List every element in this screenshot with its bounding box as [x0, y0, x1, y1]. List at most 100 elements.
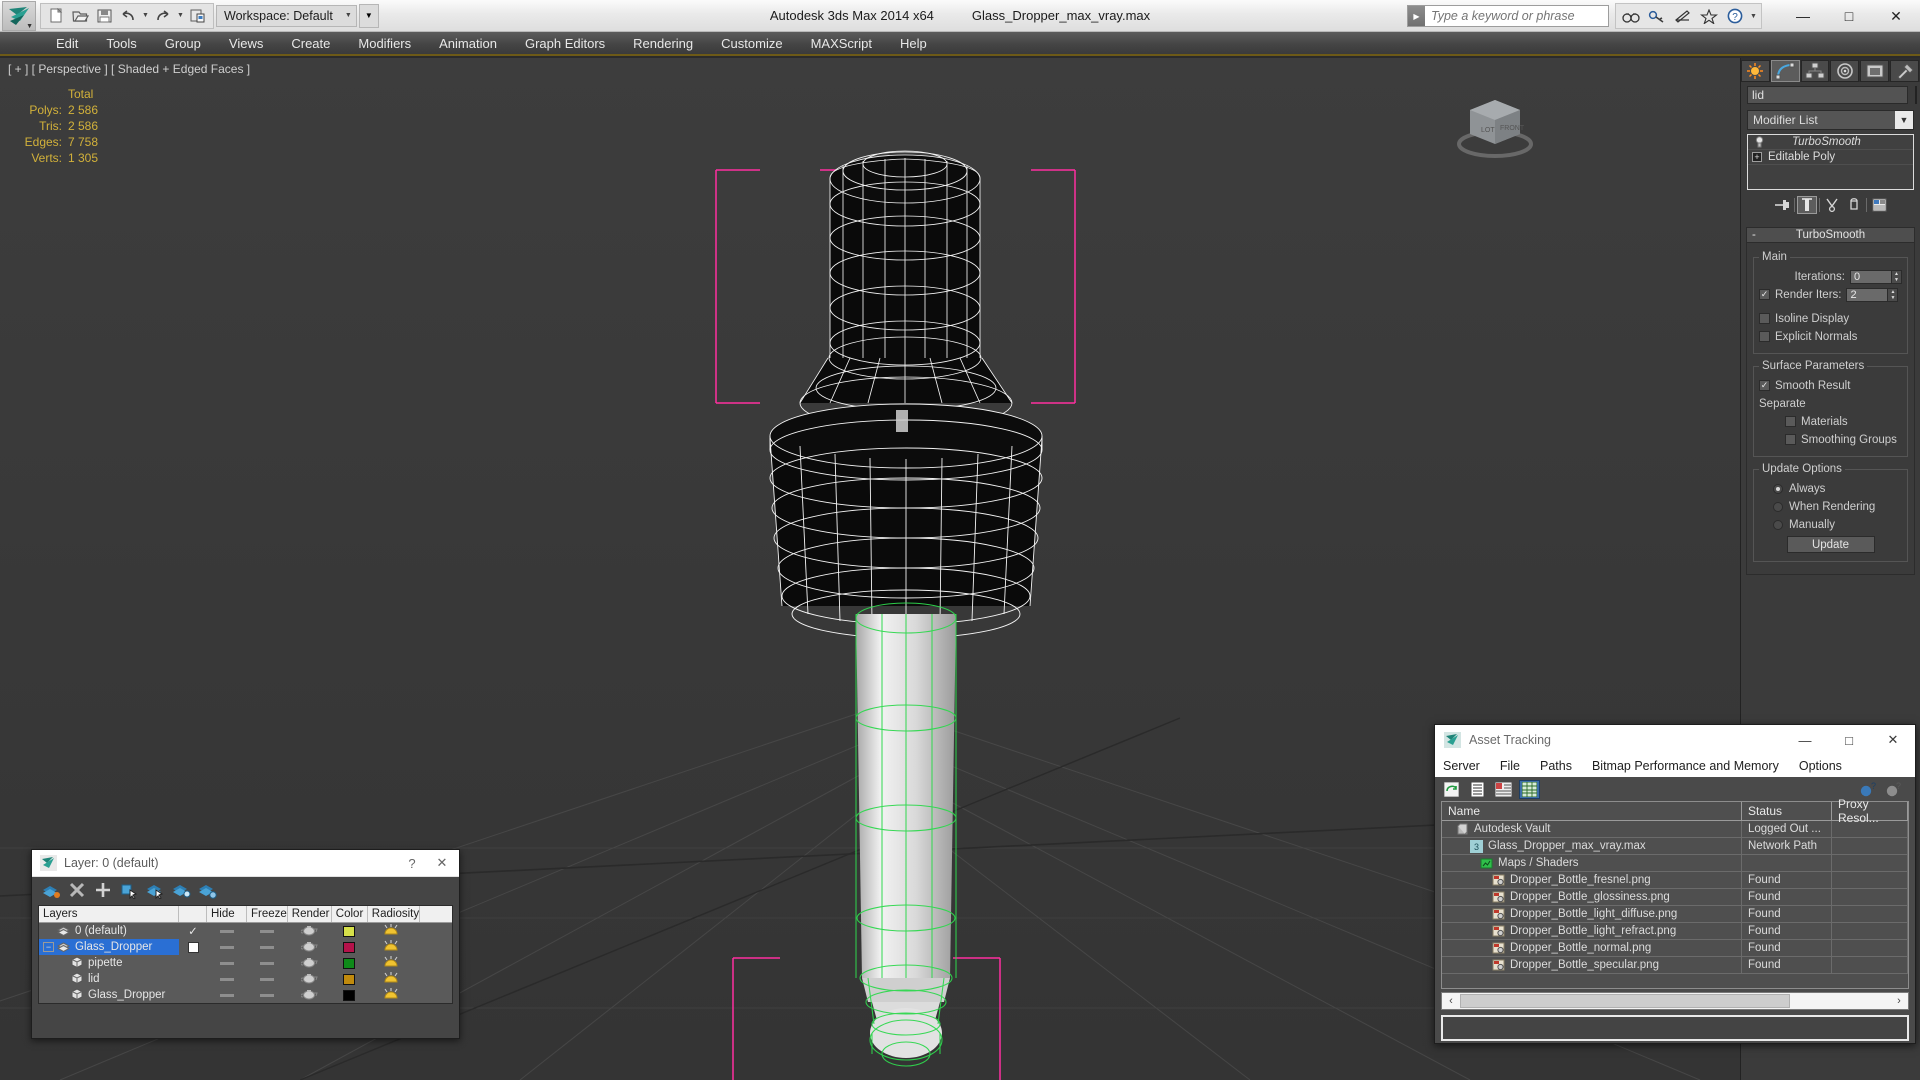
- layer-row[interactable]: lid: [39, 971, 452, 987]
- asset-minimize-button[interactable]: —: [1783, 726, 1827, 755]
- render-cell[interactable]: [287, 972, 331, 987]
- asset-row[interactable]: Autodesk Vault Logged Out ...: [1442, 821, 1908, 838]
- object-name-input[interactable]: [1747, 86, 1908, 104]
- redo-dropdown-icon[interactable]: ▼: [175, 5, 186, 27]
- asset-name-cell[interactable]: Dropper_Bottle_light_diffuse.png: [1442, 906, 1742, 922]
- freeze-toggle-icon[interactable]: [260, 945, 274, 949]
- layer-name-cell[interactable]: pipette: [39, 955, 179, 971]
- menu-item-maxscript[interactable]: MAXScript: [797, 31, 886, 55]
- asset-row[interactable]: Dropper_Bottle_fresnel.png Found: [1442, 872, 1908, 889]
- layer-row[interactable]: pipette: [39, 955, 452, 971]
- hide-cell[interactable]: [207, 993, 247, 997]
- expander-icon[interactable]: −: [43, 942, 54, 952]
- modifier-stack[interactable]: TurboSmooth + Editable Poly: [1747, 134, 1914, 190]
- highlight-selected-icon[interactable]: [170, 880, 192, 901]
- iterations-value[interactable]: 0: [1850, 269, 1892, 284]
- grid-view-icon[interactable]: [1519, 779, 1540, 799]
- freeze-cell[interactable]: [247, 945, 287, 949]
- layer-row[interactable]: − Glass_Dropper: [39, 939, 452, 955]
- workspace-menu-button[interactable]: ▼: [358, 3, 379, 28]
- scroll-left-icon[interactable]: ‹: [1442, 995, 1460, 1007]
- layer-name-cell[interactable]: − Glass_Dropper: [39, 939, 179, 955]
- save-file-icon[interactable]: [92, 5, 116, 27]
- asset-name-cell[interactable]: 3 Glass_Dropper_max_vray.max: [1442, 838, 1742, 854]
- menu-item-views[interactable]: Views: [215, 31, 277, 55]
- spinner-arrows-icon[interactable]: ▲ ▼: [1892, 269, 1902, 284]
- layer-list[interactable]: Layers Hide Freeze Render Color Radiosity 0 (…: [38, 905, 453, 1004]
- asset-menu-item-options[interactable]: Options: [1799, 759, 1842, 773]
- chevron-down-icon[interactable]: ▼: [1895, 111, 1913, 129]
- asset-menu-item-bitmap-performance-and-memory[interactable]: Bitmap Performance and Memory: [1592, 759, 1779, 773]
- satellite-icon[interactable]: [1670, 5, 1696, 27]
- hide-cell[interactable]: [207, 945, 247, 949]
- asset-name-cell[interactable]: Dropper_Bottle_normal.png: [1442, 940, 1742, 956]
- redo-icon[interactable]: [151, 5, 175, 27]
- radiosity-icon[interactable]: [381, 939, 401, 955]
- binoculars-icon[interactable]: [1618, 5, 1644, 27]
- radio-button[interactable]: [1773, 483, 1783, 494]
- new-layer-icon[interactable]: [40, 880, 62, 901]
- hide-toggle-icon[interactable]: [220, 993, 234, 997]
- color-cell[interactable]: [331, 973, 367, 985]
- freeze-toggle-icon[interactable]: [260, 929, 274, 933]
- object-color-swatch[interactable]: [1915, 86, 1917, 104]
- detail-view-icon[interactable]: [1493, 780, 1514, 799]
- collapse-icon[interactable]: -: [1752, 229, 1756, 241]
- render-cell[interactable]: [287, 956, 331, 971]
- radiosity-icon[interactable]: [381, 987, 401, 1003]
- menu-item-edit[interactable]: Edit: [42, 31, 92, 55]
- radiosity-cell[interactable]: [367, 955, 415, 971]
- search-dropdown-icon[interactable]: ▶: [1408, 6, 1425, 26]
- new-file-icon[interactable]: [44, 5, 68, 27]
- explicit-normals-row[interactable]: Explicit Normals: [1759, 329, 1902, 344]
- current-layer-cell[interactable]: ✓: [179, 924, 207, 938]
- turbosmooth-rollout-header[interactable]: - TurboSmooth: [1746, 227, 1915, 243]
- asset-menu-item-paths[interactable]: Paths: [1540, 759, 1572, 773]
- explicit-normals-checkbox[interactable]: [1759, 331, 1770, 342]
- current-layer-box[interactable]: [187, 941, 199, 953]
- smoothing-groups-checkbox[interactable]: [1785, 434, 1796, 445]
- asset-row[interactable]: Dropper_Bottle_light_diffuse.png Found: [1442, 906, 1908, 923]
- remove-modifier-icon[interactable]: [1844, 196, 1864, 214]
- teapot-icon[interactable]: [299, 924, 318, 939]
- iterations-spinner[interactable]: 0 ▲ ▼: [1850, 269, 1902, 284]
- help-icon[interactable]: ?: [1883, 780, 1904, 799]
- layer-dialog[interactable]: Layer: 0 (default) ? ✕ Layers Hide Freez…: [31, 849, 460, 1039]
- scrollbar-thumb[interactable]: [1460, 994, 1790, 1008]
- undo-icon[interactable]: [116, 5, 140, 27]
- layer-column-header[interactable]: Radiosity: [368, 906, 421, 922]
- refresh-icon[interactable]: [1441, 780, 1462, 799]
- color-swatch[interactable]: [343, 973, 355, 985]
- teapot-icon[interactable]: [299, 988, 318, 1003]
- color-swatch[interactable]: [343, 989, 355, 1001]
- minimize-button[interactable]: —: [1780, 1, 1826, 31]
- close-button[interactable]: ✕: [1872, 1, 1920, 31]
- help-dropdown-icon[interactable]: ▼: [1748, 5, 1759, 27]
- asset-menu-item-server[interactable]: Server: [1443, 759, 1480, 773]
- hierarchy-tab-icon[interactable]: [1800, 60, 1830, 82]
- make-unique-icon[interactable]: [1822, 196, 1842, 214]
- smooth-result-row[interactable]: ✓ Smooth Result: [1759, 378, 1902, 393]
- layer-name-cell[interactable]: Glass_Dropper: [39, 987, 179, 1003]
- hide-toggle-icon[interactable]: [220, 961, 234, 965]
- layer-column-header[interactable]: Layers: [39, 906, 179, 922]
- asset-row[interactable]: Maps / Shaders: [1442, 855, 1908, 872]
- viewport-label[interactable]: [ + ] [ Perspective ] [ Shaded + Edged F…: [8, 62, 250, 76]
- menu-item-customize[interactable]: Customize: [707, 31, 796, 55]
- asset-menu-item-file[interactable]: File: [1500, 759, 1520, 773]
- freeze-cell[interactable]: [247, 961, 287, 965]
- show-end-result-icon[interactable]: [1797, 196, 1817, 214]
- materials-row[interactable]: Materials: [1759, 414, 1902, 429]
- undo-dropdown-icon[interactable]: ▼: [140, 5, 151, 27]
- materials-checkbox[interactable]: [1785, 416, 1796, 427]
- teapot-icon[interactable]: [299, 940, 318, 955]
- maximize-button[interactable]: □: [1826, 1, 1872, 31]
- modifier-list-dropdown[interactable]: Modifier List ▼: [1747, 110, 1914, 130]
- hide-cell[interactable]: [207, 929, 247, 933]
- radiosity-cell[interactable]: [367, 923, 415, 939]
- freeze-cell[interactable]: [247, 977, 287, 981]
- motion-tab-icon[interactable]: [1830, 60, 1860, 82]
- smoothing-groups-row[interactable]: Smoothing Groups: [1759, 432, 1902, 447]
- radiosity-cell[interactable]: [367, 971, 415, 987]
- layer-row[interactable]: Glass_Dropper: [39, 987, 452, 1003]
